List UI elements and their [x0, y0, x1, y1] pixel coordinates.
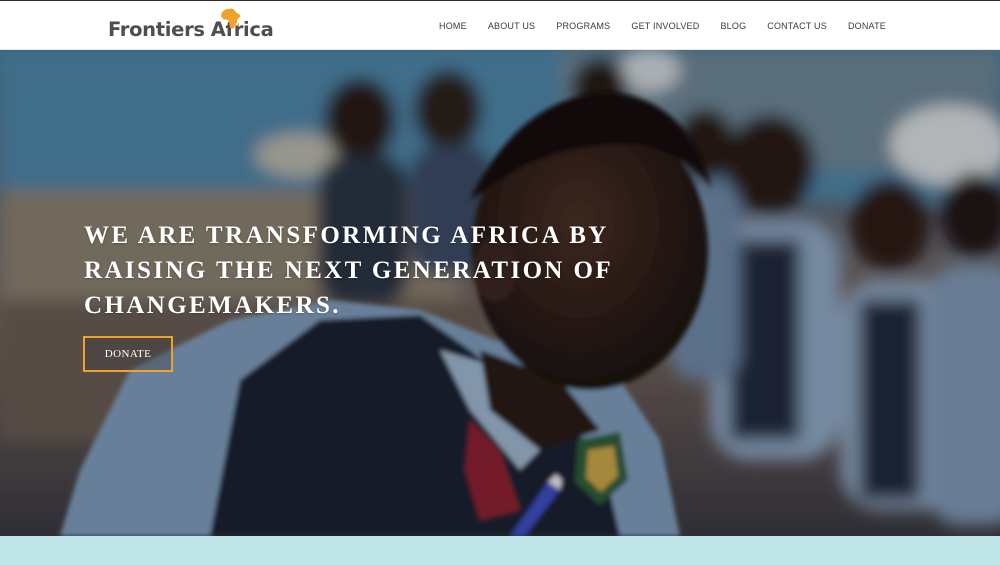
site-logo[interactable]: Frontiers Africa	[108, 8, 274, 41]
nav-blog[interactable]: BLOG	[720, 21, 746, 31]
next-section-band	[0, 536, 1000, 565]
hero-heading-line-3: CHANGEMAKERS.	[84, 292, 341, 319]
nav-home[interactable]: HOME	[439, 21, 467, 31]
africa-continent-icon	[220, 8, 241, 29]
nav-donate[interactable]: DONATE	[848, 21, 886, 31]
hero-donate-button[interactable]: DONATE	[83, 336, 173, 372]
hero-section: WE ARE TRANSFORMING AFRICA BY RAISING TH…	[0, 50, 1000, 536]
nav-programs[interactable]: PROGRAMS	[556, 21, 610, 31]
nav-contact-us[interactable]: CONTACT US	[767, 21, 827, 31]
nav-about-us[interactable]: ABOUT US	[488, 21, 535, 31]
logo-text-africa: Africa	[211, 8, 274, 41]
hero-heading-line-1: WE ARE TRANSFORMING AFRICA BY	[84, 222, 609, 249]
logo-text-frontiers: Frontiers	[108, 18, 205, 41]
nav-get-involved[interactable]: GET INVOLVED	[631, 21, 699, 31]
hero-heading-line-2: RAISING THE NEXT GENERATION OF	[84, 257, 614, 284]
hero-heading: WE ARE TRANSFORMING AFRICA BY RAISING TH…	[84, 218, 614, 323]
site-header: Frontiers Africa HOME ABOUT US PROGRAMS …	[0, 1, 1000, 50]
main-navigation: HOME ABOUT US PROGRAMS GET INVOLVED BLOG…	[439, 1, 886, 50]
